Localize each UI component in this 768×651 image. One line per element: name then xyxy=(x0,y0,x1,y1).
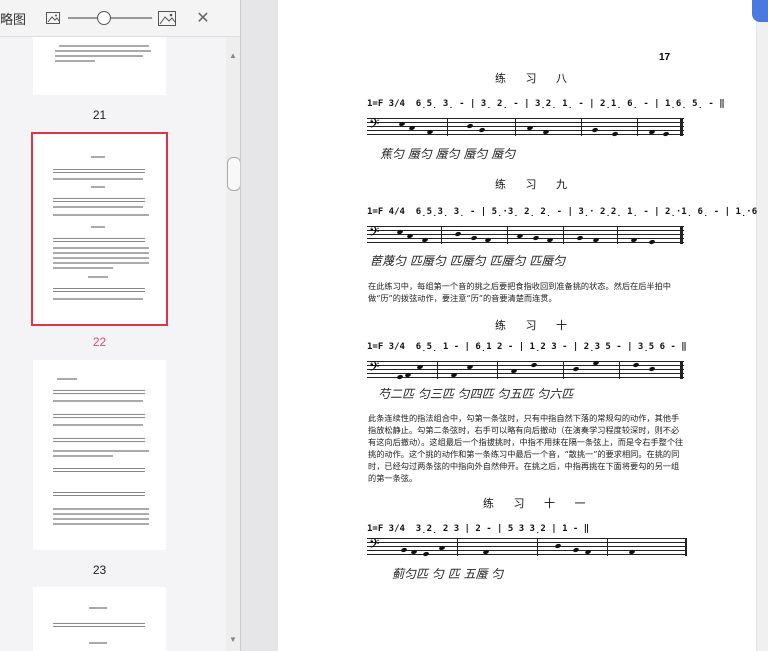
document-badge-icon[interactable] xyxy=(752,0,768,22)
exercise-title: 练 习 八 xyxy=(495,72,575,85)
thumbnail-page-24[interactable] xyxy=(33,587,166,651)
fingering-line: 蓟匀匹 匀 匹 五蜃 匀 xyxy=(392,567,504,581)
thumbnail-label: 23 xyxy=(92,563,107,577)
panel-title: 略图 xyxy=(0,11,27,27)
image-small-icon[interactable] xyxy=(44,9,62,27)
scroll-up-arrow-icon[interactable]: ▲ xyxy=(229,51,237,60)
music-staff: 𝄢 xyxy=(367,224,684,245)
image-large-icon[interactable] xyxy=(158,9,176,27)
thumbnail-toolbar: 略图 ✕ xyxy=(0,0,240,37)
jianpu-notation: 1=F 3/4 6̣5̣ 1 - | 6̣1 2 - | 1̣2 3 - | 2… xyxy=(367,342,687,352)
jianpu-notation: 1=F 4/4 6̣5̣3̣ 3̣ - | 5̣·3̣ 2̣ 2̣ - | 3̣… xyxy=(367,207,768,217)
viewer-scrollbar[interactable] xyxy=(757,0,768,651)
zoom-slider[interactable] xyxy=(68,10,152,26)
thumbnail-label: 21 xyxy=(92,108,107,122)
scrollbar-thumb[interactable] xyxy=(227,157,241,191)
jianpu-notation: 1=F 3/4 6̣5̣ 3̣ - | 3̣ 2̣ - | 3̣2̣ 1̣ - … xyxy=(367,99,725,109)
music-staff: 𝄢 xyxy=(367,116,684,137)
page-number: 17 xyxy=(659,52,671,63)
fingering-line: 茞蔑匀 匹蜃匀 匹蜃匀 匹蜃匀 匹蜃匀 xyxy=(370,254,566,268)
fingering-line: 芍二匹 匀三匹 匀四匹 匀五匹 匀六匹 xyxy=(378,387,574,401)
thumbnail-page-22[interactable] xyxy=(31,132,168,326)
document-page: 17 练 习 八 1=F 3/4 6̣5̣ 3̣ - | 3̣ 2̣ - | 3… xyxy=(278,0,768,651)
explanation-paragraph: 在此练习中，每组第一个音的挑之后要把食指收回到准备挑的状态。然后在后半拍中做“历… xyxy=(368,281,671,303)
thumbnail-page-21[interactable] xyxy=(33,37,166,95)
thumbnail-page-23[interactable] xyxy=(33,360,166,550)
thumbnail-scrollbar[interactable]: ▲ ▼ xyxy=(226,37,241,651)
exercise-title: 练 习 十 一 xyxy=(483,497,594,510)
exercise-title: 练 习 十 xyxy=(495,319,575,332)
exercise-title: 练 习 九 xyxy=(495,178,575,191)
thumbnail-label-selected: 22 xyxy=(92,335,107,349)
music-staff: 𝄢 xyxy=(367,359,684,380)
scroll-down-arrow-icon[interactable]: ▼ xyxy=(229,635,237,644)
music-staff: 𝄢 xyxy=(367,536,687,557)
explanation-paragraph: 此条连续性的指法组合中，勾第一条弦时，只有中指自然下落的常规勾的动作，其他手指放… xyxy=(368,413,684,483)
jianpu-notation: 1=F 3/4 3̣2̣ 2 3 | 2 - | 5 3 3̣2 | 1 - ‖ xyxy=(367,524,590,534)
document-viewer[interactable]: 17 练 习 八 1=F 3/4 6̣5̣ 3̣ - | 3̣ 2̣ - | 3… xyxy=(241,0,768,651)
close-icon[interactable]: ✕ xyxy=(194,9,212,27)
fingering-line: 蕉匀 蜃匀 蜃匀 蜃匀 蜃匀 xyxy=(380,147,516,161)
zoom-knob[interactable] xyxy=(97,11,112,25)
thumbnail-panel[interactable]: 21 22 23 xyxy=(0,37,240,651)
